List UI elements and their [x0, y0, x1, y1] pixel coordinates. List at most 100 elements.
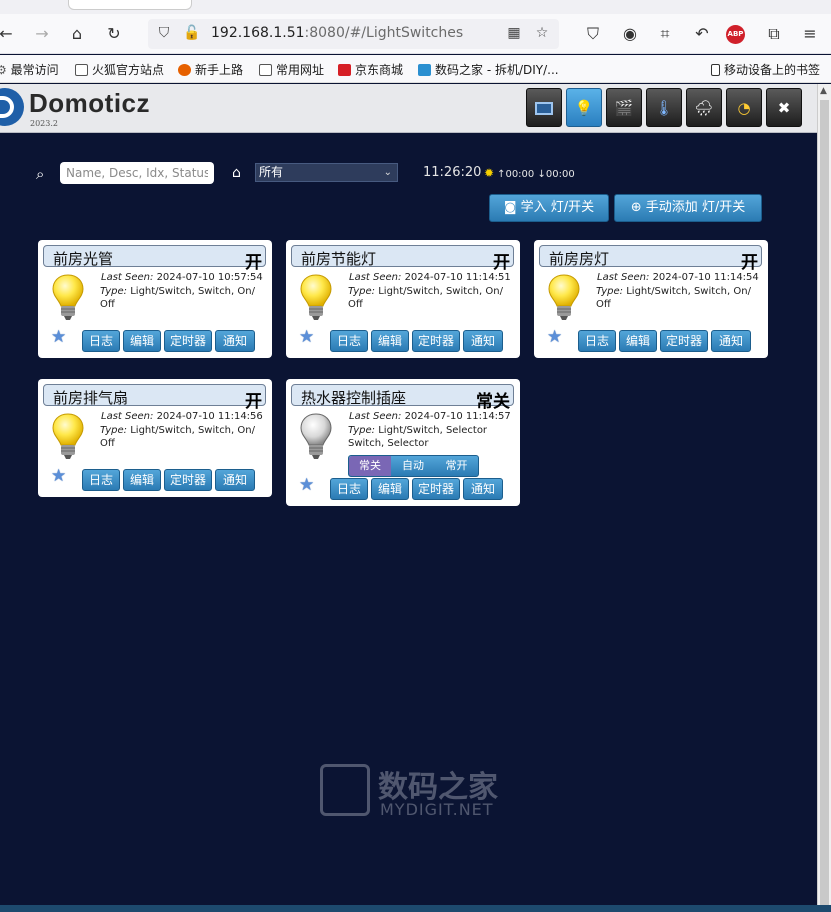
device-type: Type: Light/Switch, Switch, On/ Off	[596, 285, 756, 311]
device-card: 前房房灯 开 Last Seen: 2024-07-10 11:14:54 Ty…	[534, 240, 768, 358]
favorite-star-icon[interactable]: ★	[51, 327, 66, 347]
last-seen-value: 2024-07-10 11:14:54	[652, 272, 759, 283]
timers-button[interactable]: 定时器	[412, 478, 460, 500]
share-back-icon[interactable]: ↶	[690, 22, 714, 46]
last-seen-label: Last Seen:	[349, 411, 402, 422]
nav-setup[interactable]: ✖	[766, 88, 802, 127]
favorite-star-icon[interactable]: ★	[299, 475, 314, 495]
log-button[interactable]: 日志	[578, 330, 616, 352]
device-title-bar: 前房光管 开	[43, 245, 266, 273]
timers-button[interactable]: 定时器	[164, 330, 212, 352]
search-input[interactable]	[60, 162, 214, 184]
device-name: 前房房灯	[549, 250, 610, 268]
log-button[interactable]: 日志	[330, 330, 368, 352]
edit-button[interactable]: 编辑	[371, 330, 409, 352]
last-seen-label: Last Seen:	[101, 272, 154, 283]
favorite-star-icon[interactable]: ★	[299, 327, 314, 347]
screenshot-icon[interactable]: ⌗	[653, 22, 677, 46]
lightbulb-on-icon[interactable]	[300, 274, 332, 322]
forward-icon[interactable]: →	[30, 22, 54, 46]
reload-icon[interactable]: ↻	[102, 22, 126, 46]
scenes-icon: 🎬	[614, 99, 634, 117]
last-seen-value: 2024-07-10 11:14:51	[404, 272, 511, 283]
nav-temperature[interactable]: 🌡	[646, 88, 682, 127]
last-seen-value: 2024-07-10 10:57:54	[156, 272, 263, 283]
device-card: 热水器控制插座 常关 Last Seen: 2024-07-10 11:14:5…	[286, 379, 520, 506]
bookmark-common-sites[interactable]: 常用网址	[259, 61, 324, 78]
learn-switch-button[interactable]: ◙ 学入 灯/开关	[489, 194, 609, 222]
bookmark-label: 京东商城	[355, 63, 404, 77]
nav-weather[interactable]: 🌧	[686, 88, 722, 127]
edit-button[interactable]: 编辑	[123, 469, 161, 491]
lightbulb-on-icon[interactable]	[52, 413, 84, 461]
timers-button[interactable]: 定时器	[412, 330, 460, 352]
home-icon[interactable]: ⌂	[65, 22, 89, 46]
device-name: 热水器控制插座	[301, 389, 407, 407]
bookmark-label: 数码之家 - 拆机/DIY/...	[435, 63, 559, 77]
edit-button[interactable]: 编辑	[123, 330, 161, 352]
lightbulb-on-icon[interactable]	[548, 274, 580, 322]
log-button[interactable]: 日志	[82, 330, 120, 352]
log-button[interactable]: 日志	[330, 478, 368, 500]
lightbulb-on-icon[interactable]	[52, 274, 84, 322]
edit-button[interactable]: 编辑	[371, 478, 409, 500]
notifications-button[interactable]: 通知	[463, 330, 503, 352]
adblock-icon[interactable]: ABP	[726, 25, 745, 44]
url-bar[interactable]: ⛉ 🔓 192.168.1.51:8080/#/LightSwitches ▦ …	[148, 19, 559, 49]
type-label: Type:	[348, 286, 376, 297]
bookmarks-bar: ⚙ 最常访问 火狐官方站点 新手上路 常用网址 京东商城 数码之家 - 拆机/D…	[0, 55, 831, 83]
logo-version: 2023.2	[30, 119, 58, 128]
bookmark-getting-started[interactable]: 新手上路	[178, 61, 243, 78]
room-select[interactable]: 所有 ⌄	[255, 163, 398, 182]
last-seen: Last Seen: 2024-07-10 10:57:54	[101, 272, 263, 283]
device-card: 前房光管 开 Last Seen: 2024-07-10 10:57:54 Ty…	[38, 240, 272, 358]
scrollbar-thumb[interactable]	[820, 100, 829, 906]
browser-tab[interactable]	[68, 0, 192, 10]
nav-dashboard[interactable]	[526, 88, 562, 127]
pocket-icon[interactable]: ⛉	[581, 22, 605, 46]
url-path: :8080/#/LightSwitches	[304, 25, 464, 41]
last-seen-label: Last Seen:	[101, 411, 154, 422]
url-host: 192.168.1.51	[211, 25, 305, 41]
account-icon[interactable]: ◉	[618, 22, 642, 46]
extensions-icon[interactable]: ⧉	[762, 22, 786, 46]
nav-utility[interactable]: ◔	[726, 88, 762, 127]
nav-switches[interactable]: 💡	[566, 88, 602, 127]
notifications-button[interactable]: 通知	[215, 469, 255, 491]
domoticz-logo-icon	[0, 88, 24, 126]
log-button[interactable]: 日志	[82, 469, 120, 491]
add-switch-button[interactable]: ⊕ 手动添加 灯/开关	[614, 194, 762, 222]
timers-button[interactable]: 定时器	[660, 330, 708, 352]
url-text[interactable]: 192.168.1.51:8080/#/LightSwitches	[211, 25, 463, 41]
lightbulb-off-icon[interactable]	[300, 413, 332, 461]
shield-icon[interactable]: ⛉	[154, 23, 174, 43]
scroll-up-icon[interactable]: ▲	[820, 86, 827, 96]
back-icon[interactable]: ←	[0, 22, 18, 46]
bookmark-mydigit[interactable]: 数码之家 - 拆机/DIY/...	[418, 61, 559, 78]
nav-scenes[interactable]: 🎬	[606, 88, 642, 127]
notifications-button[interactable]: 通知	[463, 478, 503, 500]
bookmark-most-visited[interactable]: ⚙ 最常访问	[0, 61, 59, 78]
dashboard-icon	[535, 102, 553, 115]
selector-option[interactable]: 常关	[349, 456, 391, 476]
sunset-arrow-icon: ↓	[537, 169, 546, 180]
insecure-lock-icon[interactable]: 🔓	[182, 23, 202, 43]
selector-option[interactable]: 常开	[435, 456, 478, 476]
qr-code-icon[interactable]: ▦	[504, 23, 524, 43]
favorite-star-icon[interactable]: ★	[51, 466, 66, 486]
bookmark-jd[interactable]: 京东商城	[338, 61, 403, 78]
clock: 11:26:20	[423, 165, 482, 180]
selector-option[interactable]: 自动	[392, 456, 434, 476]
edit-button[interactable]: 编辑	[619, 330, 657, 352]
notifications-button[interactable]: 通知	[215, 330, 255, 352]
notifications-button[interactable]: 通知	[711, 330, 751, 352]
bookmark-mobile[interactable]: 移动设备上的书签	[711, 61, 820, 78]
last-seen-label: Last Seen:	[597, 272, 650, 283]
watermark-en: MYDIGIT.NET	[380, 800, 494, 819]
bookmark-firefox-site[interactable]: 火狐官方站点	[75, 61, 164, 78]
menu-icon[interactable]: ≡	[798, 22, 822, 46]
bookmark-star-icon[interactable]: ☆	[532, 23, 552, 43]
timers-button[interactable]: 定时器	[164, 469, 212, 491]
vertical-scrollbar[interactable]: ▲	[817, 84, 831, 906]
favorite-star-icon[interactable]: ★	[547, 327, 562, 347]
